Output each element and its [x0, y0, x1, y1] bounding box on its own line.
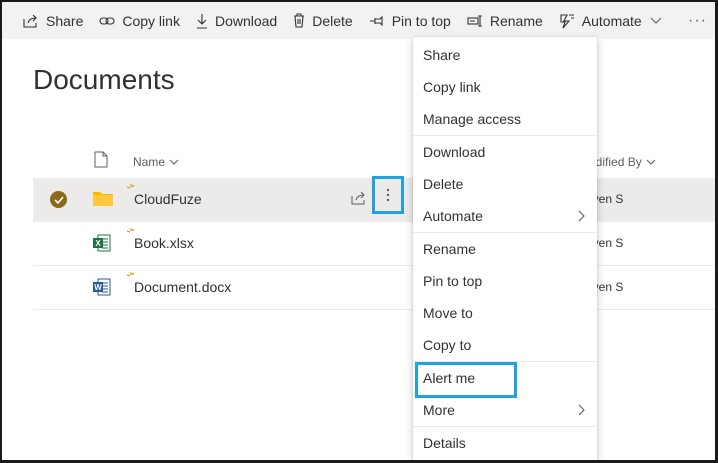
delete-command[interactable]: Delete [285, 2, 360, 39]
menu-item-move-to[interactable]: Move to [413, 297, 597, 329]
trash-icon [294, 13, 305, 28]
menu-item-label: Automate [423, 208, 483, 224]
share-command[interactable]: Share [2, 2, 91, 39]
pin-icon [369, 15, 383, 26]
list-header: Name odified By [33, 142, 715, 178]
menu-item-label: Copy link [423, 79, 481, 95]
menu-item-label: Details [423, 435, 466, 451]
context-menu: Share Copy link Manage access Download D… [413, 37, 597, 460]
column-header-name-label: Name [133, 155, 166, 169]
menu-item-label: Alert me [423, 370, 476, 386]
download-label: Download [214, 12, 278, 29]
share-icon[interactable] [351, 191, 367, 205]
menu-item-automate[interactable]: Automate [413, 200, 597, 232]
chevron-down-icon [169, 159, 179, 165]
more-vertical-icon [386, 188, 390, 202]
chevron-right-icon [578, 210, 585, 222]
sharepoint-window: Share Copy link Download Delete Pin to t… [2, 2, 715, 460]
more-commands-button[interactable]: ··· [688, 2, 707, 39]
menu-item-label: Download [423, 144, 486, 160]
checkmark-icon [53, 195, 64, 204]
column-header-name[interactable]: Name [133, 155, 179, 169]
chevron-down-icon [646, 159, 656, 165]
list-item[interactable]: W Document.docx even S [33, 266, 715, 310]
pin-to-top-label: Pin to top [391, 12, 451, 29]
menu-item-label: Move to [423, 305, 473, 321]
menu-item-copy-to[interactable]: Copy to [413, 329, 597, 361]
menu-item-label: Copy to [423, 337, 472, 353]
menu-item-more[interactable]: More [413, 394, 597, 426]
rename-icon [467, 14, 482, 27]
rename-command[interactable]: Rename [459, 2, 551, 39]
menu-item-details[interactable]: Details [413, 427, 597, 459]
automate-label: Automate [581, 12, 642, 29]
menu-item-alert-me[interactable]: Alert me [413, 362, 597, 394]
file-name[interactable]: Document.docx [134, 279, 231, 295]
rename-label: Rename [489, 12, 543, 29]
menu-item-label: Rename [423, 241, 476, 257]
svg-text:X: X [95, 239, 101, 248]
menu-item-share[interactable]: Share [413, 39, 597, 71]
pin-to-top-command[interactable]: Pin to top [361, 2, 459, 39]
copy-link-command[interactable]: Copy link [91, 2, 188, 39]
menu-item-label: More [423, 402, 455, 418]
menu-item-delete[interactable]: Delete [413, 168, 597, 200]
download-icon [196, 13, 207, 29]
column-header-modified-by[interactable]: odified By [589, 155, 656, 169]
excel-file-icon: X [93, 234, 111, 252]
delete-label: Delete [312, 12, 353, 29]
menu-item-rename[interactable]: Rename [413, 233, 597, 265]
list-item[interactable]: CloudFuze even S [33, 176, 715, 222]
list-item[interactable]: X Book.xlsx even S [33, 222, 715, 266]
menu-item-label: Pin to top [423, 273, 483, 289]
row-checkbox[interactable] [50, 191, 67, 208]
file-name[interactable]: Book.xlsx [134, 235, 194, 251]
link-icon [99, 16, 115, 25]
menu-item-manage-access[interactable]: Manage access [413, 103, 597, 135]
menu-item-label: Delete [423, 176, 464, 192]
menu-item-copy-link[interactable]: Copy link [413, 71, 597, 103]
word-file-icon: W [93, 278, 111, 296]
download-command[interactable]: Download [188, 2, 285, 39]
share-label: Share [46, 12, 84, 29]
show-more-actions-button[interactable] [372, 176, 404, 214]
menu-item-label: Manage access [423, 111, 522, 127]
chevron-right-icon [578, 404, 585, 416]
page-title: Documents [33, 64, 175, 95]
menu-item-label: Share [423, 47, 461, 63]
automate-command[interactable]: Automate [551, 2, 677, 39]
svg-text:W: W [94, 283, 102, 292]
share-icon [23, 14, 37, 28]
command-bar: Share Copy link Download Delete Pin to t… [2, 2, 715, 39]
folder-icon [93, 192, 113, 206]
menu-item-pin-to-top[interactable]: Pin to top [413, 265, 597, 297]
menu-item-download[interactable]: Download [413, 136, 597, 168]
chevron-down-icon [650, 17, 662, 24]
flow-icon [560, 13, 574, 28]
file-type-icon[interactable] [94, 151, 108, 168]
copy-link-label: Copy link [122, 12, 180, 29]
file-name[interactable]: CloudFuze [134, 191, 202, 207]
